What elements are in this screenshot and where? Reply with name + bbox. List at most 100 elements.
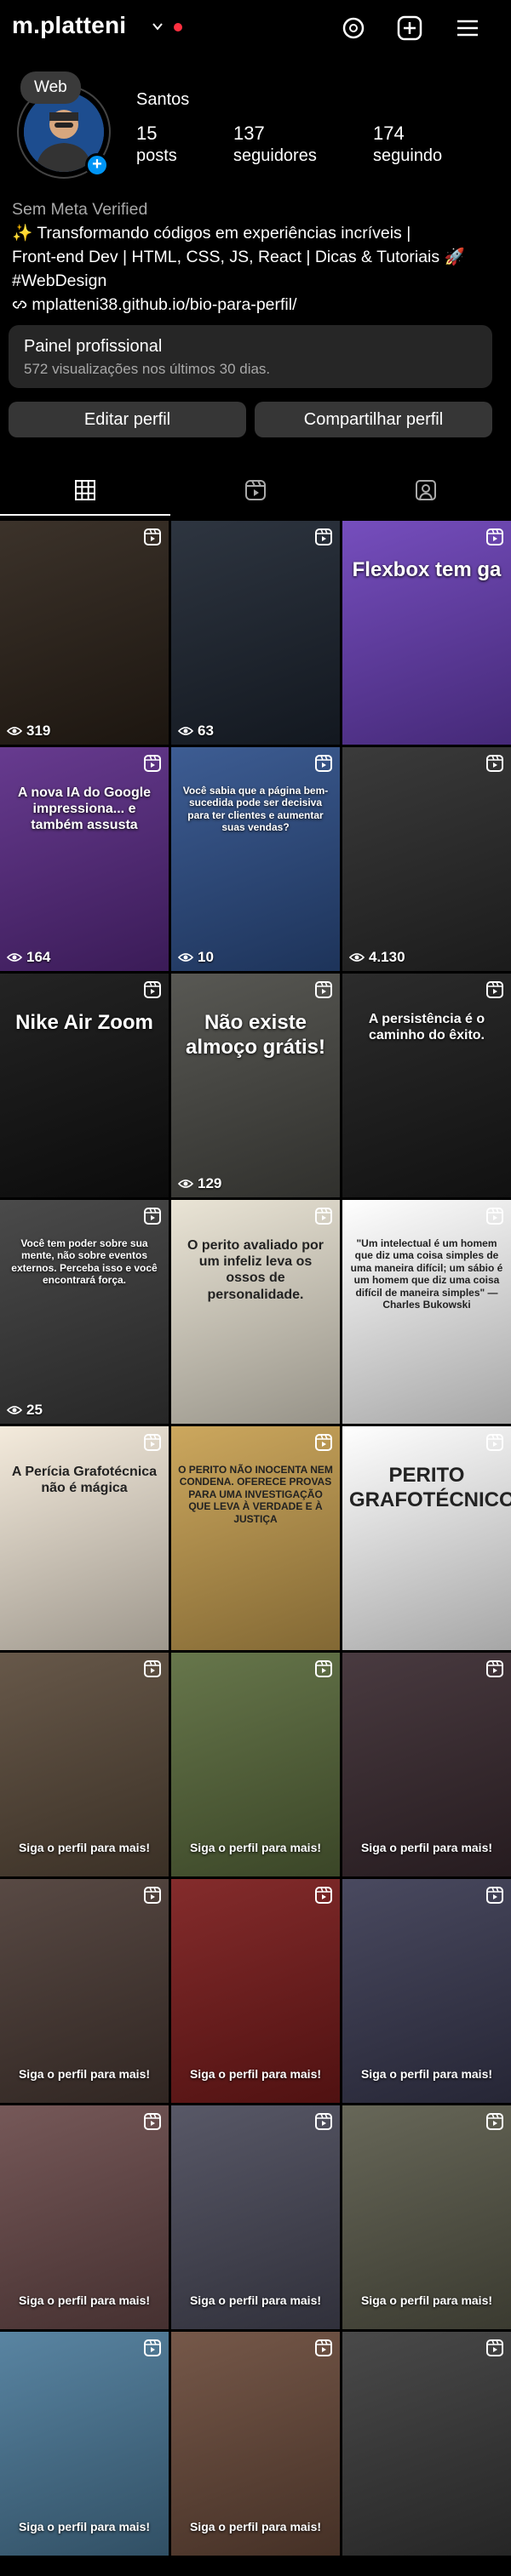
post-view-count: 25 — [7, 1402, 43, 1419]
reel-icon — [144, 2113, 161, 2130]
grid-post[interactable] — [342, 2332, 511, 2556]
view-count-text: 4.130 — [369, 949, 405, 965]
grid-post[interactable]: Flexbox tem ga — [342, 521, 511, 745]
grid-post[interactable]: Siga o perfil para mais! — [342, 2105, 511, 2329]
post-caption-overlay: Siga o perfil para mais! — [189, 1841, 322, 1854]
post-caption-overlay: Siga o perfil para mais! — [18, 2520, 151, 2533]
post-caption-overlay: O perito avaliado por um infeliz leva os… — [187, 1238, 324, 1302]
reel-icon — [486, 528, 503, 545]
grid-post[interactable]: Siga o perfil para mais! — [0, 1653, 169, 1876]
threads-icon[interactable] — [339, 14, 368, 43]
stat-followers[interactable]: 137 seguidores — [233, 123, 317, 167]
post-view-count: 63 — [178, 723, 214, 740]
tab-posts[interactable] — [0, 468, 170, 516]
bio-line-2: Front-end Dev | HTML, CSS, JS, React | D… — [12, 248, 465, 266]
create-post-icon[interactable] — [395, 14, 424, 43]
tab-reels[interactable] — [170, 468, 341, 516]
reel-icon — [486, 1887, 503, 1904]
grid-post[interactable]: A persistência é o caminho do êxito. — [342, 974, 511, 1197]
grid-post[interactable]: A nova IA do Google impressiona... e tam… — [0, 747, 169, 971]
post-caption-overlay: Siga o perfil para mais! — [18, 1841, 151, 1854]
grid-post[interactable]: Siga o perfil para mais! — [0, 2105, 169, 2329]
post-caption-overlay: Siga o perfil para mais! — [189, 2293, 322, 2307]
view-count-text: 164 — [26, 949, 51, 965]
post-thumbnail — [0, 974, 169, 1197]
post-caption-overlay: Flexbox tem ga — [352, 558, 502, 581]
share-profile-button[interactable]: Compartilhar perfil — [255, 402, 492, 437]
post-caption-overlay: Siga o perfil para mais! — [360, 2067, 493, 2081]
profile-full-name: Santos — [136, 90, 190, 109]
reel-icon — [486, 2113, 503, 2130]
grid-post[interactable]: Siga o perfil para mais! — [0, 2332, 169, 2556]
post-caption-overlay: Você sabia que a página bem-sucedida pod… — [182, 785, 329, 834]
grid-post[interactable]: Siga o perfil para mais! — [171, 2332, 340, 2556]
grid-post[interactable]: Não existe almoço grátis! 129 — [171, 974, 340, 1197]
grid-post[interactable]: Você tem poder sobre sua mente, não sobr… — [0, 1200, 169, 1424]
reel-icon — [144, 528, 161, 545]
reel-icon — [144, 1434, 161, 1451]
bio-link-text[interactable]: mplatteni38.github.io/bio-para-perfil/ — [32, 295, 296, 314]
grid-post[interactable]: Siga o perfil para mais! — [171, 1879, 340, 2103]
meta-verified-label[interactable]: Sem Meta Verified — [12, 197, 497, 221]
grid-post[interactable]: "Um intelectual é um homem que diz uma c… — [342, 1200, 511, 1424]
post-caption-overlay: Você tem poder sobre sua mente, não sobr… — [11, 1237, 158, 1287]
chevron-down-icon[interactable] — [152, 20, 164, 32]
stat-following-label: seguindo — [373, 146, 443, 165]
post-caption-overlay: O PERITO NÃO INOCENTA NEM CONDENA. OFERE… — [178, 1464, 333, 1525]
grid-post[interactable]: Siga o perfil para mais! — [342, 1653, 511, 1876]
grid-post[interactable]: Nike Air Zoom — [0, 974, 169, 1197]
add-story-button[interactable]: + — [85, 153, 109, 177]
grid-post[interactable]: 63 — [171, 521, 340, 745]
post-caption-overlay: Siga o perfil para mais! — [189, 2520, 322, 2533]
account-username[interactable]: m.platteni — [12, 12, 126, 39]
grid-post[interactable]: Siga o perfil para mais! — [342, 1879, 511, 2103]
bio-line-1: ✨ Transformando códigos em experiências … — [12, 224, 411, 243]
grid-post[interactable]: O PERITO NÃO INOCENTA NEM CONDENA. OFERE… — [171, 1426, 340, 1650]
stat-posts[interactable]: 15 posts — [136, 123, 177, 167]
professional-dashboard[interactable]: Painel profissional 572 visualizações no… — [9, 325, 492, 388]
reel-icon — [486, 1434, 503, 1451]
stat-following[interactable]: 174 seguindo — [373, 123, 442, 167]
grid-post[interactable]: O perito avaliado por um infeliz leva os… — [171, 1200, 340, 1424]
post-view-count: 164 — [7, 949, 50, 966]
reel-icon — [144, 981, 161, 998]
top-bar: m.platteni — [0, 0, 511, 54]
grid-post[interactable]: PERITO GRAFOTÉCNICO — [342, 1426, 511, 1650]
active-tab-indicator — [0, 514, 170, 516]
reel-icon — [315, 1434, 332, 1451]
grid-post[interactable]: A Perícia Grafotécnica não é mágica — [0, 1426, 169, 1650]
edit-profile-button[interactable]: Editar perfil — [9, 402, 246, 437]
grid-post[interactable]: Siga o perfil para mais! — [0, 1879, 169, 2103]
grid-post[interactable]: Você sabia que a página bem-sucedida pod… — [171, 747, 340, 971]
post-thumbnail — [342, 974, 511, 1197]
grid-post[interactable]: Siga o perfil para mais! — [171, 1653, 340, 1876]
reel-icon — [144, 2339, 161, 2356]
post-caption-overlay: Siga o perfil para mais! — [360, 1841, 493, 1854]
reel-icon — [486, 1208, 503, 1225]
post-caption-overlay: "Um intelectual é um homem que diz uma c… — [350, 1237, 503, 1311]
reel-icon — [315, 1887, 332, 1904]
grid-post[interactable]: Siga o perfil para mais! — [171, 2105, 340, 2329]
menu-icon[interactable] — [453, 14, 482, 43]
views-eye-icon — [178, 1179, 193, 1188]
post-caption-overlay: Siga o perfil para mais! — [18, 2293, 151, 2307]
post-thumbnail — [342, 1200, 511, 1424]
bio-line-3[interactable]: #WebDesign — [12, 269, 497, 293]
grid-post[interactable]: 4.130 — [342, 747, 511, 971]
profile-note[interactable]: Web — [20, 71, 81, 104]
post-caption-overlay: Siga o perfil para mais! — [189, 2067, 322, 2081]
views-eye-icon — [7, 727, 22, 735]
post-caption-overlay: Nike Air Zoom — [15, 1011, 153, 1034]
post-caption-overlay: Siga o perfil para mais! — [360, 2293, 493, 2307]
posts-grid-icon — [75, 480, 95, 500]
grid-post[interactable]: 319 — [0, 521, 169, 745]
stat-posts-label: posts — [136, 146, 177, 165]
tab-tagged[interactable] — [341, 468, 511, 516]
reel-icon — [486, 981, 503, 998]
post-thumbnail — [342, 1426, 511, 1650]
reel-icon — [486, 755, 503, 772]
reel-icon — [144, 1208, 161, 1225]
bio-link[interactable]: mplatteni38.github.io/bio-para-perfil/ — [12, 293, 497, 317]
post-view-count: 10 — [178, 949, 214, 966]
reel-icon — [144, 1660, 161, 1677]
